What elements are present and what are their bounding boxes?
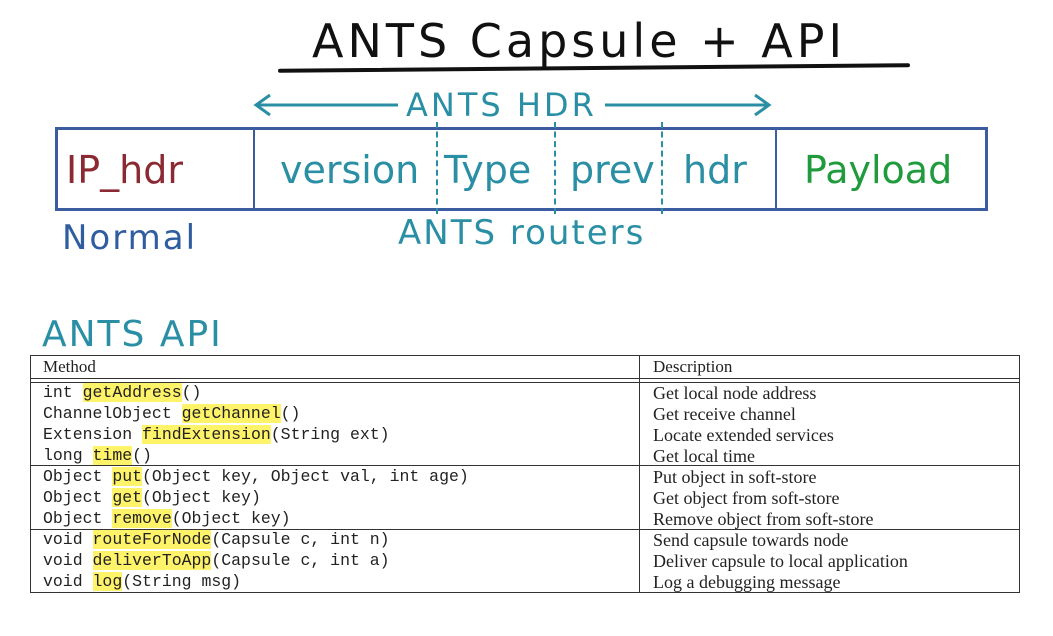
method-name-highlight: put xyxy=(112,467,143,486)
method-name-highlight: findExtension xyxy=(142,425,271,444)
method-params: (Capsule c, int a) xyxy=(211,551,390,570)
method-name-highlight: deliverToApp xyxy=(92,551,212,570)
description-cell: Log a debugging message xyxy=(653,572,841,592)
method-return-type: void xyxy=(43,551,93,570)
method-name-highlight: remove xyxy=(112,509,172,528)
header-rule xyxy=(31,378,1019,379)
method-return-type: int xyxy=(43,383,83,402)
method-return-type: Object xyxy=(43,488,113,507)
page-title: ANTS Capsule + API xyxy=(312,14,847,68)
method-return-type: Extension xyxy=(43,425,143,444)
description-cell: Deliver capsule to local application xyxy=(653,551,908,571)
method-params: (Object key) xyxy=(142,488,261,507)
ip-hdr-cell: IP_hdr xyxy=(66,148,183,192)
column-divider xyxy=(639,356,640,592)
method-cell: Object get(Object key) xyxy=(43,488,261,508)
method-return-type: long xyxy=(43,446,93,465)
method-params: (Object key, Object val, int age) xyxy=(142,467,469,486)
header-method: Method xyxy=(43,357,96,376)
method-cell: long time() xyxy=(43,446,152,466)
method-params: (Capsule c, int n) xyxy=(211,530,390,549)
method-params: (Object key) xyxy=(171,509,291,528)
type-cell: Type xyxy=(444,148,532,192)
method-name-highlight: getChannel xyxy=(181,404,281,423)
cell-divider-dashed xyxy=(554,122,556,214)
method-return-type: ChannelObject xyxy=(43,404,182,423)
ants-api-label: ANTS API xyxy=(42,314,223,355)
header-description: Description xyxy=(653,357,733,376)
method-name-highlight: get xyxy=(112,488,143,507)
description-cell: Get local time xyxy=(653,446,755,466)
method-cell: Extension findExtension(String ext) xyxy=(43,425,390,445)
prev-cell: prev xyxy=(570,148,655,192)
description-cell: Get receive channel xyxy=(653,404,796,424)
method-cell: ChannelObject getChannel() xyxy=(43,404,300,424)
description-cell: Get object from soft-store xyxy=(653,488,840,508)
api-table: Method Description int getAddress() Get l… xyxy=(30,355,1020,593)
cell-divider xyxy=(253,130,255,208)
description-cell: Get local node address xyxy=(653,383,817,403)
method-name-highlight: getAddress xyxy=(82,383,182,402)
normal-label: Normal xyxy=(62,218,198,258)
cell-divider-dashed xyxy=(661,122,663,214)
method-cell: int getAddress() xyxy=(43,383,201,403)
group-rule xyxy=(31,465,1019,466)
capsule-diagram: IP_hdr version Type prev hdr Payload xyxy=(55,122,988,214)
method-cell: Object remove(Object key) xyxy=(43,509,291,529)
description-cell: Remove object from soft-store xyxy=(653,509,874,529)
payload-cell: Payload xyxy=(804,148,953,192)
hdr-cell: hdr xyxy=(683,148,747,192)
method-cell: Object put(Object key, Object val, int a… xyxy=(43,467,469,487)
method-cell: void log(String msg) xyxy=(43,572,241,592)
method-cell: void deliverToApp(Capsule c, int a) xyxy=(43,551,390,571)
method-name-highlight: log xyxy=(92,572,123,591)
method-return-type: Object xyxy=(43,509,113,528)
method-params: () xyxy=(132,446,152,465)
method-cell: void routeForNode(Capsule c, int n) xyxy=(43,530,390,550)
method-params: (String ext) xyxy=(270,425,390,444)
method-return-type: Object xyxy=(43,467,113,486)
method-params: (String msg) xyxy=(122,572,242,591)
cell-divider xyxy=(775,130,777,208)
method-return-type: void xyxy=(43,572,93,591)
description-cell: Put object in soft-store xyxy=(653,467,817,487)
description-cell: Locate extended services xyxy=(653,425,834,445)
version-cell: version xyxy=(280,148,420,192)
method-return-type: void xyxy=(43,530,93,549)
method-params: () xyxy=(280,404,301,423)
ants-routers-label: ANTS routers xyxy=(398,213,646,253)
method-name-highlight: routeForNode xyxy=(92,530,212,549)
description-cell: Send capsule towards node xyxy=(653,530,849,550)
cell-divider-dashed xyxy=(436,122,438,214)
method-params: () xyxy=(181,383,202,402)
method-name-highlight: time xyxy=(92,446,133,465)
ants-hdr-label: ANTS HDR xyxy=(398,86,605,124)
